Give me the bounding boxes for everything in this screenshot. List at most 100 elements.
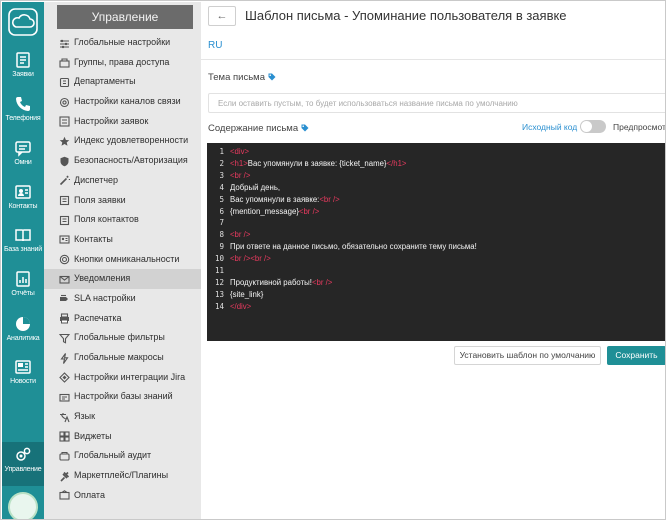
rail-item-label: Омни [14,159,32,166]
fields-icon [59,195,70,206]
rail-item-7[interactable]: Новости [2,354,44,398]
text-token: Продуктивной работы! [230,277,312,287]
menu-item-label: Департаменты [74,76,136,87]
page-title: Шаблон письма - Упоминание пользователя … [245,8,567,23]
menu-item-23[interactable]: Оплата [44,486,201,506]
menu-item-1[interactable]: Группы, права доступа [44,53,201,73]
rail-item-label: Отчёты [11,290,35,297]
menu-item-0[interactable]: Глобальные настройки [44,33,201,53]
lightning-icon [60,352,69,364]
audit-icon [59,451,70,461]
line-number: 12 [214,277,224,287]
menu-item-16[interactable]: Глобальные макросы [44,348,201,368]
source-code-toggle[interactable] [580,120,606,133]
code-text: {site_link} [230,289,263,301]
rail-item-0[interactable]: Заявки [2,47,44,91]
back-button[interactable]: ← [208,6,236,26]
rail-item-1[interactable]: Телефония [2,91,44,135]
save-button[interactable]: Сохранить [607,346,665,365]
html-tag-token: <h1> [230,158,248,168]
payment-icon [59,490,70,500]
preview-label: Предпросмотр [613,122,666,132]
tag-icon [301,124,309,132]
filter-icon [59,333,70,344]
menu-item-label: Настройки базы знаний [74,391,173,402]
menu-item-22[interactable]: Маркетплейс/Плагины [44,466,201,486]
menu-item-label: Настройки каналов связи [74,96,181,107]
menu-item-10[interactable]: Контакты [44,230,201,250]
menu-item-label: Уведомления [74,273,131,284]
line-number: 14 [214,301,224,311]
code-text: Добрый день, [230,182,280,194]
printer-icon [60,313,69,324]
menu-item-12[interactable]: Уведомления [44,269,201,289]
envelope-icon [59,275,70,284]
rail-item-4[interactable]: База знаний [2,222,44,266]
menu-item-21[interactable]: Глобальный аудит [44,446,201,466]
rail-item-label: Заявки [12,71,34,78]
menu-item-13[interactable]: SLA настройки [44,289,201,309]
chat-icon [15,141,31,157]
main-content: ← Шаблон письма - Упоминание пользовател… [201,2,666,519]
channels-icon [59,97,70,107]
menu-item-8[interactable]: Поля заявки [44,191,201,211]
line-number: 8 [219,230,224,240]
text-token: Вас упомянули в заявке: {ticket_name} [247,158,387,168]
text-token: {site_link} [230,289,264,299]
menu-item-11[interactable]: Кнопки омниканальности [44,250,201,270]
menu-item-17[interactable]: Настройки интеграции Jira [44,368,201,388]
text-token: При ответе на данное письмо, обязательно… [230,242,477,252]
rail-item-6[interactable]: Аналитика [2,311,44,355]
menu-item-label: Поля контактов [74,214,139,225]
contacts-icon [15,185,31,199]
report-icon [16,271,30,287]
menu-item-19[interactable]: Язык [44,407,201,427]
tab-ru[interactable]: RU [208,40,222,51]
menu-item-3[interactable]: Настройки каналов связи [44,92,201,112]
rail-item-2[interactable]: Омни [2,135,44,179]
code-text: При ответе на данное письмо, обязательно… [230,241,477,253]
code-text: <div> [230,146,249,158]
line-number: 7 [219,218,224,228]
star-icon [59,136,70,146]
html-tag-token: </h1> [386,158,407,168]
icon-rail: Заявки Телефония Омни Контакты База знаний От… [2,2,44,519]
menu-item-15[interactable]: Глобальные фильтры [44,328,201,348]
menu-item-20[interactable]: Виджеты [44,427,201,447]
rail-item-label: Управление [4,466,42,473]
menu-item-4[interactable]: Настройки заявок [44,112,201,132]
menu-item-6[interactable]: Безопасность/Авторизация [44,151,201,171]
code-text: </div> [230,301,251,313]
user-avatar[interactable] [8,492,38,519]
menu-item-2[interactable]: Департаменты [44,72,201,92]
line-number: 11 [214,266,224,275]
line-number: 3 [219,170,224,180]
html-tag-token: </div> [230,301,252,311]
rail-item-8[interactable]: Управление [2,442,44,486]
menu-item-18[interactable]: Настройки базы знаний [44,387,201,407]
line-number: 2 [219,158,224,168]
menu-item-label: Распечатка [74,312,122,323]
menu-item-5[interactable]: Индекс удовлетворенности [44,131,201,151]
phone-icon [16,97,30,111]
menu-item-label: Кнопки омниканальности [74,253,180,264]
fields-icon [59,215,70,225]
set-default-template-button[interactable]: Установить шаблон по умолчанию [454,346,601,365]
rail-item-3[interactable]: Контакты [2,179,44,223]
sla-icon [60,295,68,302]
omni-button-icon [59,254,70,265]
menu-item-14[interactable]: Распечатка [44,309,201,329]
subject-input[interactable] [208,93,665,113]
source-code-label: Исходный код [522,122,578,132]
code-editor[interactable]: 1 <div> 2 <h1>Вас упомянули в заявке: {tick… [207,143,665,341]
menu-item-9[interactable]: Поля контактов [44,210,201,230]
menu-item-label: Глобальные фильтры [74,332,165,343]
menu-item-7[interactable]: Диспетчер [44,171,201,191]
menu-item-label: Диспетчер [74,174,119,185]
menu-item-label: Маркетплейс/Плагины [74,470,169,481]
cloud-logo-icon[interactable] [8,8,38,36]
menu-item-label: Безопасность/Авторизация [74,155,188,166]
rail-item-5[interactable]: Отчёты [2,266,44,310]
body-label-row: Содержание письма [208,123,309,134]
subject-label: Тема письма [208,72,265,83]
